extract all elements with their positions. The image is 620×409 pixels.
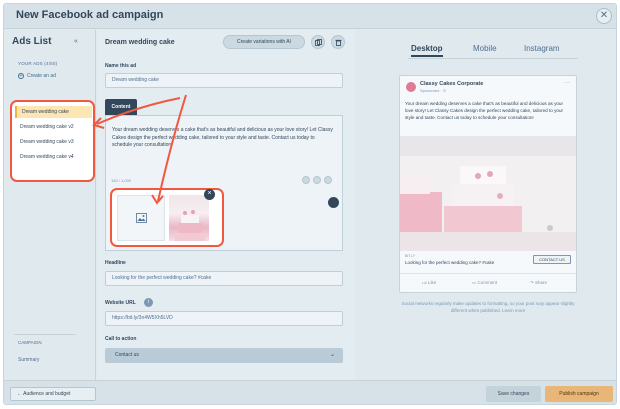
- ads-sidebar: Ads List « YOUR ADS (4/50) + Create an ad…: [4, 30, 96, 380]
- more-icon: ···: [564, 80, 570, 86]
- divider: [14, 334, 76, 335]
- headline-label: Headline: [105, 260, 126, 266]
- trash-icon[interactable]: [331, 35, 345, 49]
- ad-list-item[interactable]: Dream wedding cake v2: [15, 121, 92, 133]
- remove-image-icon[interactable]: ×: [204, 189, 215, 200]
- share-action: ↷ Share: [530, 280, 547, 286]
- avatar: [406, 82, 416, 92]
- tab-desktop[interactable]: Desktop: [411, 44, 443, 57]
- cta-label: Call to action: [105, 336, 137, 342]
- summary-link[interactable]: Summary: [18, 357, 39, 363]
- ad-name-input[interactable]: Dream wedding cake: [105, 73, 343, 88]
- image-placeholder[interactable]: [117, 195, 165, 241]
- url-label: Website URL: [105, 300, 136, 306]
- create-ad-label: Create an ad: [27, 73, 56, 79]
- publish-button[interactable]: Publish campaign: [545, 386, 613, 402]
- ad-list-item[interactable]: Dream wedding cake v3: [15, 136, 92, 148]
- like-label: Like: [427, 280, 437, 285]
- your-ads-label: YOUR ADS (4/50): [18, 61, 58, 66]
- chevron-down-icon: ⌄: [329, 352, 335, 358]
- plus-icon: +: [18, 73, 24, 79]
- tab-content[interactable]: Content: [105, 99, 137, 115]
- hashtag-icon[interactable]: [302, 176, 310, 184]
- media-selection: ×: [110, 188, 224, 247]
- content-editor[interactable]: Your dream wedding deserves a cake that'…: [105, 115, 343, 251]
- ads-list-title: Ads List: [12, 36, 52, 47]
- campaign-label: CAMPAIGN: [18, 340, 42, 345]
- tab-instagram[interactable]: Instagram: [524, 44, 560, 53]
- info-icon[interactable]: i: [144, 298, 153, 307]
- create-variations-button[interactable]: Create variations with AI: [223, 35, 305, 49]
- post-actions: 👍︎ Like ▭ Comment ↷ Share: [400, 273, 576, 292]
- tab-mobile[interactable]: Mobile: [473, 44, 497, 53]
- modal-header: New Facebook ad campaign ✕: [4, 4, 616, 29]
- ad-title: Dream wedding cake: [105, 39, 175, 46]
- post-image: [400, 136, 576, 251]
- cta-select-value: Contact us: [115, 352, 139, 358]
- image-icon: [136, 213, 147, 223]
- ad-list: Dream wedding cake Dream wedding cake v2…: [10, 100, 95, 182]
- close-icon[interactable]: ✕: [596, 8, 612, 24]
- ad-list-item[interactable]: Dream wedding cake v4: [15, 151, 92, 163]
- ad-list-item[interactable]: Dream wedding cake: [15, 106, 92, 118]
- save-button[interactable]: Save changes: [486, 386, 541, 402]
- modal-footer: ← Audience and budget Save changes Publi…: [4, 380, 616, 404]
- comment-action: ▭ Comment: [472, 280, 497, 286]
- back-button[interactable]: ← Audience and budget: [10, 387, 96, 401]
- comment-label: Comment: [477, 280, 498, 285]
- modal-title: New Facebook ad campaign: [16, 9, 164, 21]
- settings-icon[interactable]: [324, 176, 332, 184]
- comment-icon: ▭: [472, 280, 477, 285]
- create-ad-button[interactable]: + Create an ad: [18, 73, 56, 79]
- cta-select[interactable]: Contact us ⌄: [105, 348, 343, 363]
- share-label: Share: [535, 280, 548, 285]
- headline-input[interactable]: Looking for the perfect wedding cake? #c…: [105, 271, 343, 286]
- contact-us-button: CONTACT US: [533, 255, 571, 264]
- sponsored-label: Sponsored · ⊙: [420, 88, 447, 93]
- emoji-icon[interactable]: [313, 176, 321, 184]
- campaign-modal: New Facebook ad campaign ✕ Ads List « YO…: [3, 3, 617, 405]
- facebook-post-preview: Classy Cakes Corporate Sponsored · ⊙ ···…: [399, 75, 577, 293]
- thumbs-up-icon: 👍︎: [422, 280, 427, 285]
- ad-editor: Dream wedding cake Create variations wit…: [97, 30, 355, 380]
- page-name: Classy Cakes Corporate: [420, 81, 484, 87]
- content-text[interactable]: Your dream wedding deserves a cake that'…: [112, 127, 336, 150]
- name-label: Name this ad: [105, 63, 137, 69]
- copy-icon[interactable]: [311, 35, 325, 49]
- edit-media-icon[interactable]: [328, 197, 339, 208]
- link-domain: BIT.LY: [405, 254, 416, 258]
- collapse-icon[interactable]: «: [74, 38, 78, 45]
- char-counter: 150 / 1,000: [111, 178, 132, 183]
- tabs-divider: [408, 58, 578, 59]
- post-text: Your dream wedding deserves a cake that'…: [405, 101, 564, 120]
- ad-preview: Desktop Mobile Instagram Classy Cakes Co…: [356, 30, 616, 380]
- preview-disclaimer: Social networks regularly make updates t…: [401, 301, 575, 313]
- website-url-input[interactable]: https://bit.ly/3n4W5Xh5LVD: [105, 311, 343, 326]
- like-action: 👍︎ Like: [422, 280, 436, 286]
- link-headline: Looking for the perfect wedding cake? #c…: [405, 260, 495, 265]
- share-icon: ↷: [530, 280, 534, 285]
- cake-thumbnail[interactable]: [169, 195, 209, 241]
